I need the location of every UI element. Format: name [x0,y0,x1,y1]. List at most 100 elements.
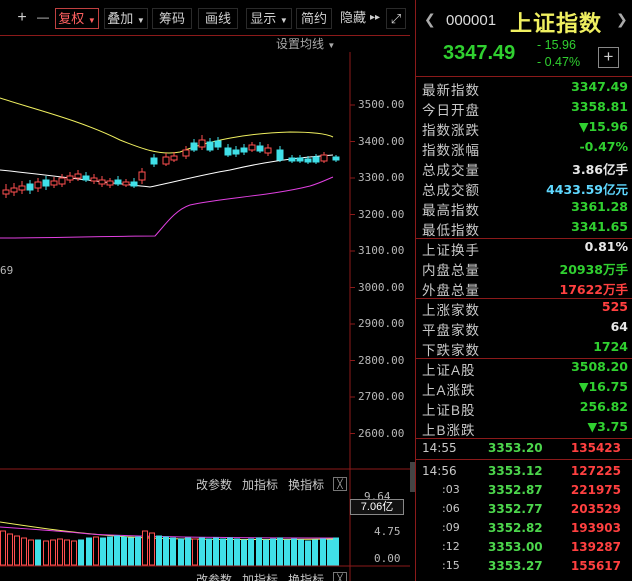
candle-body [50,180,58,186]
candle-body [240,147,248,153]
ma-lines [0,97,334,239]
add-indicator-button[interactable]: 加指标 [242,478,278,492]
stat-value: 3358.81 [571,99,628,114]
tick-price: 3352.87 [488,483,543,497]
volume-bar [333,537,339,566]
volume-bar [227,537,233,566]
volume-bar [43,540,49,566]
volume-bar [100,537,106,566]
stat-label: 内盘总量 [422,263,480,278]
kline-chart[interactable] [0,0,410,581]
price-tick-label: 2700.00 [358,390,405,403]
stat-value: 20938万手 [559,262,629,277]
candle-body [58,177,66,185]
candle-body [114,179,122,185]
vol-axis-mid: 4.75 [374,525,401,538]
volume-bar [14,535,20,566]
volume-bars [0,530,339,566]
candle-body [170,155,178,161]
vol-cursor-label: 7.06亿 [350,499,404,515]
candle-body [276,149,284,161]
next-arrow-icon[interactable]: ❯ [616,11,628,28]
vol-axis-zero: 0.00 [374,552,401,565]
price-tick-label: 3100.00 [358,244,405,257]
tick-volume: 221975 [570,483,621,497]
stat-row: 平盘家数 64 [422,318,628,338]
tick-volume: 203529 [570,502,621,516]
volume-bar [71,540,77,566]
swap-indicator-button[interactable]: 换指标 [288,573,324,581]
volume-bar [206,538,212,566]
candle-body [66,175,74,181]
candle-body [74,173,82,179]
tick-volume: 139287 [570,540,621,554]
prev-arrow-icon[interactable]: ❮ [424,11,436,28]
stock-code: 000001 [446,12,497,29]
candle-body [2,189,10,195]
volume-bar [21,537,27,566]
candle-body [214,140,222,148]
close-indicator-button-2[interactable]: ╳ [333,572,347,581]
price-change-pct: - 0.47% [537,55,581,69]
tick-volume: 193903 [570,521,621,535]
tick-row: :03 3352.87 221975 [416,481,632,500]
stat-value: 256.82 [579,399,628,414]
volume-bar [64,539,70,566]
add-indicator-button[interactable]: 加指标 [242,573,278,581]
stat-row: 最高指数 3361.28 [422,198,628,218]
volume-bar [28,539,34,566]
candle-body [248,144,256,151]
volume-bar [312,539,318,566]
volume-bar [298,539,304,566]
tick-volume: 135423 [570,441,621,455]
ma-line-upper [0,97,334,154]
candle-body [122,181,130,186]
volume-bar [192,538,198,566]
stat-value: 525 [601,299,628,314]
volume-bar [114,535,120,566]
volume-bar [170,537,176,566]
stat-row: 总成交额 4433.59亿元 [422,178,628,198]
tick-row: 14:56 3353.12 127225 [416,462,632,481]
stat-label: 上A涨跌 [422,383,476,398]
volume-bar [256,537,262,566]
volume-bar [284,539,290,566]
candle-body [10,187,18,193]
stat-label: 指数涨跌 [422,123,480,138]
stat-label: 上证换手 [422,243,480,258]
swap-indicator-button[interactable]: 换指标 [288,478,324,492]
volume-bar [178,538,184,566]
tick-volume: 155617 [570,559,621,573]
volume-bar [263,539,269,566]
candle-body [288,157,296,162]
tick-price: 3353.12 [488,464,543,478]
tick-price: 3352.82 [488,521,543,535]
change-params-button[interactable]: 改参数 [196,478,232,492]
stat-value: 3341.65 [571,219,628,234]
stat-row: 最低指数 3341.65 [422,218,628,238]
volume-bar [163,536,169,566]
stat-row: 下跌家数 1724 [422,338,628,358]
volume-bar [156,535,162,566]
tick-price: 3353.20 [488,441,543,455]
vol-ma-line [0,526,334,539]
close-indicator-button[interactable]: ╳ [333,477,347,491]
candle-body [256,145,264,152]
stat-value: 1724 [593,339,628,354]
tick-time: :09 [442,521,460,534]
volume-bar [135,536,141,566]
candle-body [206,141,214,151]
stat-row: 上B涨跌 ▼3.75 [422,418,628,438]
price-change: - 15.96 [537,38,576,52]
stat-value: 3.86亿手 [572,162,628,177]
price-tick-label: 3000.00 [358,280,405,294]
candle-body [150,157,158,165]
stat-row: 上证A股 3508.20 [422,358,628,378]
volume-bar [142,530,148,566]
stat-row: 最新指数 3347.49 [422,78,628,98]
add-watchlist-button[interactable]: + [598,47,619,68]
candle-body [312,156,320,163]
change-params-button[interactable]: 改参数 [196,573,232,581]
volume-bar [57,538,63,566]
divider [416,459,632,460]
